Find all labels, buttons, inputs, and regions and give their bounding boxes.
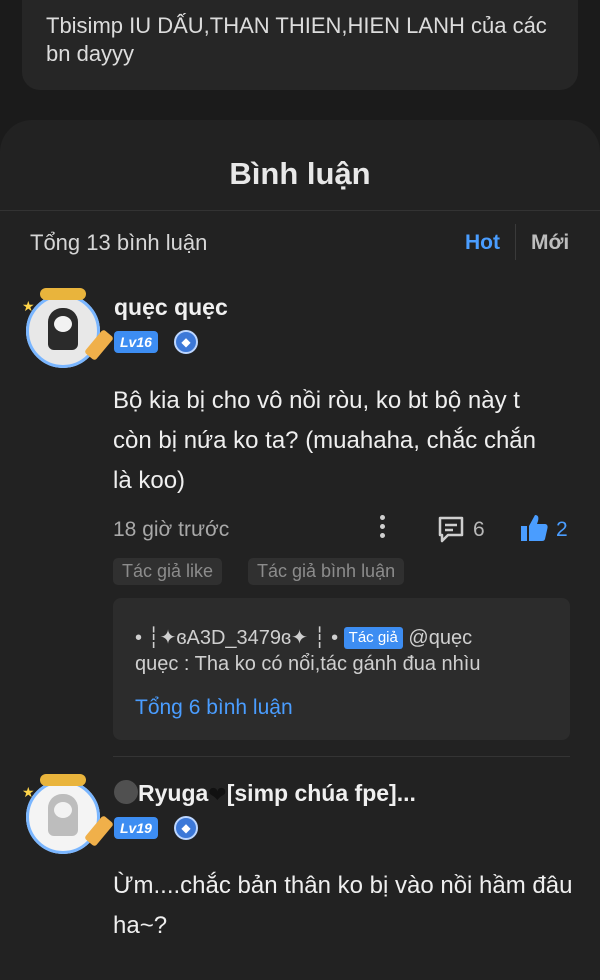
- writer-badge-icon: [40, 774, 86, 786]
- reply-mention[interactable]: @quẹc: [408, 627, 472, 649]
- post-description-text: Tbisimp IU DẤU,THAN THIEN,HIEN LANH của …: [46, 13, 547, 66]
- star-icon: ★: [22, 298, 35, 314]
- writer-badge-icon: [40, 288, 86, 300]
- comment-username[interactable]: Ryuga❤[simp chúa fpe]...: [114, 780, 416, 808]
- level-badge: Lv16: [114, 331, 158, 353]
- tier-badge-icon: ◆: [174, 330, 198, 354]
- sort-divider: [515, 224, 516, 260]
- divider: [0, 210, 600, 211]
- star-icon: ★: [22, 784, 35, 800]
- comment-time: 18 giờ trước: [113, 518, 230, 541]
- like-count: 2: [556, 518, 568, 541]
- avatar[interactable]: ★: [22, 288, 115, 368]
- post-description-card: Tbisimp IU DẤU,THAN THIEN,HIEN LANH của …: [22, 0, 578, 90]
- comment-username[interactable]: quẹc quẹc: [114, 294, 228, 321]
- comment-icon[interactable]: [436, 514, 466, 544]
- author-tag: Tác giả: [343, 627, 403, 649]
- reply-count: 6: [473, 518, 485, 541]
- tier-badge-icon: ◆: [174, 816, 198, 840]
- comments-title: Bình luận: [229, 156, 371, 191]
- tag-author-like: Tác giả like: [113, 558, 223, 585]
- gray-circle-emoji-icon: [114, 780, 138, 804]
- reply-header: • ┆✦ɞA3D_3479ɞ✦ ┆ • Tác giả @quẹc: [135, 624, 560, 652]
- comment-text: Ừm....chắc bản thân ko bị vào nồi hầm đâ…: [113, 872, 573, 939]
- reply-text: quẹc : Tha ko có nổi,tác gánh đua nhìu: [135, 653, 481, 675]
- reply-author[interactable]: • ┆✦ɞA3D_3479ɞ✦ ┆ •: [135, 627, 338, 649]
- thumbs-up-icon[interactable]: [518, 512, 550, 544]
- reply-preview[interactable]: • ┆✦ɞA3D_3479ɞ✦ ┆ • Tác giả @quẹc quẹc :…: [113, 598, 570, 740]
- more-options-icon[interactable]: [378, 515, 386, 542]
- tag-author-comment: Tác giả bình luận: [248, 558, 405, 585]
- username-suffix: [simp chúa fpe]...: [226, 780, 416, 806]
- avatar[interactable]: ★: [22, 774, 115, 854]
- comment-divider: [113, 756, 570, 757]
- black-heart-emoji-icon: ❤: [208, 782, 227, 807]
- sort-hot-tab[interactable]: Hot: [465, 231, 500, 255]
- username-main: Ryuga: [138, 780, 209, 806]
- view-replies-link[interactable]: Tổng 6 bình luận: [135, 696, 293, 720]
- comment-total: Tổng 13 bình luận: [30, 230, 208, 255]
- level-badge: Lv19: [114, 817, 158, 839]
- sort-new-tab[interactable]: Mới: [531, 231, 569, 255]
- comment-text: Bộ kia bị cho vô nồi ròu, ko bt bộ này t…: [113, 387, 536, 494]
